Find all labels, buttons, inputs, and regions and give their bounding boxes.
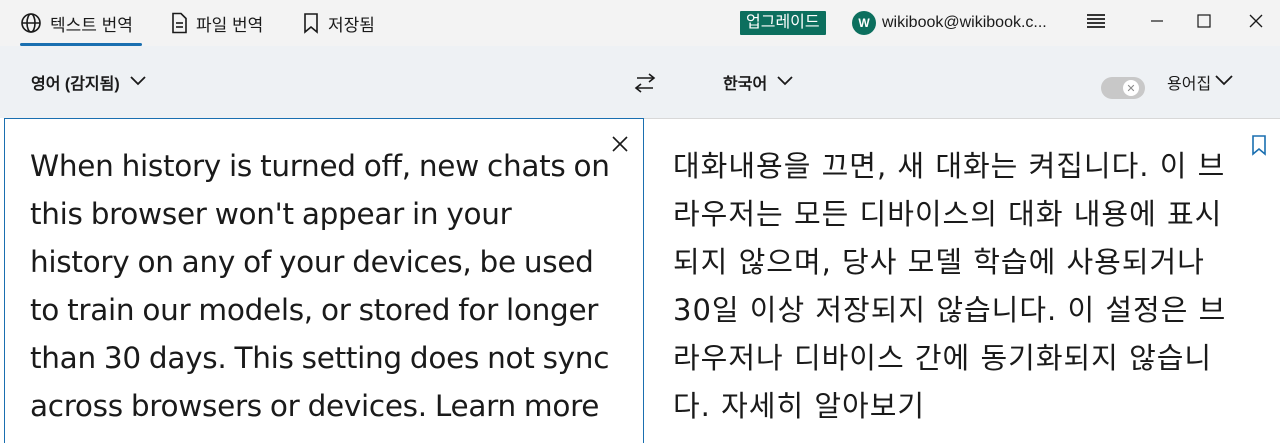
- source-language-selector[interactable]: 영어 (감지됨): [31, 46, 146, 118]
- hamburger-icon: [1086, 13, 1106, 34]
- globe-icon: [20, 12, 42, 34]
- maximize-button[interactable]: [1181, 0, 1227, 46]
- glossary-label: 용어집: [1167, 76, 1212, 93]
- avatar: W: [852, 11, 876, 35]
- minimize-icon: [1150, 14, 1164, 33]
- target-language-selector[interactable]: 한국어: [723, 46, 793, 118]
- chevron-down-icon: [1215, 73, 1233, 91]
- translated-text: 대화내용을 끄면, 새 대화는 켜집니다. 이 브라우저는 모든 디바이스의 대…: [673, 149, 1227, 423]
- source-text[interactable]: When history is turned off, new chats on…: [30, 142, 615, 430]
- upgrade-button[interactable]: 업그레이드: [740, 11, 826, 35]
- menu-button[interactable]: [1073, 0, 1119, 46]
- maximize-icon: [1197, 13, 1211, 33]
- window-close-button[interactable]: [1233, 0, 1279, 46]
- tab-file-translation[interactable]: 파일 번역: [170, 0, 263, 46]
- swap-icon: [633, 71, 657, 100]
- tab-label: 파일 번역: [196, 15, 264, 35]
- account-button[interactable]: W wikibook@wikibook.c...: [852, 10, 1047, 36]
- close-icon: [611, 135, 629, 158]
- source-text-pane[interactable]: When history is turned off, new chats on…: [4, 118, 644, 443]
- bookmark-icon: [302, 12, 320, 34]
- bookmark-icon: [1251, 134, 1267, 161]
- chevron-down-icon: [130, 73, 146, 91]
- tab-text-translation[interactable]: 텍스트 번역: [20, 0, 142, 46]
- toggle-off-icon: ✕: [1123, 80, 1139, 96]
- target-language-label: 한국어: [723, 76, 768, 93]
- glossary-selector[interactable]: 용어집: [1167, 46, 1233, 118]
- target-text-pane: 대화내용을 끄면, 새 대화는 켜집니다. 이 브라우저는 모든 디바이스의 대…: [644, 118, 1280, 443]
- swap-languages-button[interactable]: [630, 70, 660, 100]
- minimize-button[interactable]: [1134, 0, 1180, 46]
- source-language-label: 영어 (감지됨): [31, 76, 120, 93]
- account-email: wikibook@wikibook.c...: [882, 14, 1047, 31]
- top-bar: 텍스트 번역 파일 번역 저장됨 업그레이드 W wikibook@wikibo…: [0, 0, 1280, 46]
- close-icon: [1249, 14, 1263, 33]
- tab-label: 텍스트 번역: [50, 15, 133, 35]
- clear-text-button[interactable]: [609, 135, 631, 157]
- chevron-down-icon: [777, 73, 793, 91]
- glossary-toggle[interactable]: ✕: [1101, 77, 1145, 99]
- save-translation-button[interactable]: [1248, 134, 1270, 161]
- file-icon: [170, 12, 188, 34]
- language-bar: 영어 (감지됨) 한국어 ✕ 용어집: [0, 46, 1280, 118]
- tab-label: 저장됨: [328, 15, 375, 35]
- tab-saved[interactable]: 저장됨: [302, 0, 375, 46]
